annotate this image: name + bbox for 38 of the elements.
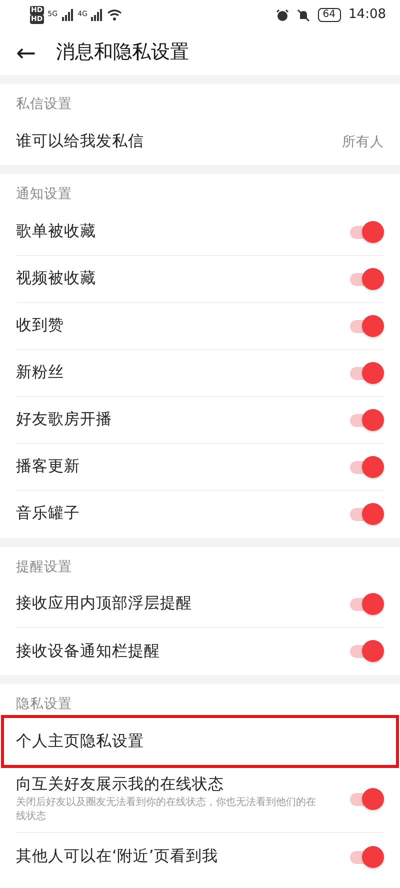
section-title: 私信设置 [15,95,73,114]
alarm-icon [276,8,289,22]
toggle-switch[interactable] [348,220,384,242]
toggle-switch[interactable] [348,314,384,336]
page-title: 消息和隐私设置 [56,40,190,66]
toggle-switch[interactable] [348,592,384,615]
toggle-switch[interactable] [348,846,384,868]
signal-icon [62,9,74,21]
setting-label: 收到赞 [16,314,65,336]
toggle-switch[interactable] [348,362,384,384]
muted-bell-icon [296,8,310,22]
section-title: 通知设置 [15,185,73,204]
setting-label: 歌单被收藏 [16,220,97,242]
setting-label: 音乐罐子 [16,503,81,524]
back-button[interactable]: ← [16,40,36,64]
setting-value[interactable]: 所有人 [342,132,384,152]
section-title: 提醒设置 [15,558,73,576]
setting-label: 向互关好友展示我的在线状态 [16,774,225,795]
setting-label: 新粉丝 [16,362,65,383]
signal-icon [91,9,104,21]
setting-label: 视频被收藏 [16,268,97,289]
toggle-switch[interactable] [348,503,384,525]
wifi-icon [107,9,122,21]
setting-link[interactable]: 个人主页隐私设置 [16,730,144,754]
toggle-switch[interactable] [348,408,384,430]
setting-label: 谁可以给我发私信 [16,131,145,152]
toggle-switch[interactable] [348,268,384,290]
setting-label: 接收设备通知栏提醒 [16,640,161,662]
section-title: 隐私设置 [15,694,73,714]
setting-label: 好友歌房开播 [16,408,113,430]
setting-label: 播客更新 [16,456,81,477]
setting-hint: 关闭后好友以及圈友无法看到你的在线状态，你也无法看到他们的在线状态 [16,796,316,824]
toggle-switch[interactable] [348,456,384,478]
status-time: 14:08 [348,6,386,24]
setting-label: 接收应用内顶部浮层提醒 [16,593,193,614]
toggle-switch[interactable] [348,788,384,810]
setting-label: 其他人可以在‘附近’页看到我 [16,846,219,868]
toggle-switch[interactable] [348,640,384,662]
